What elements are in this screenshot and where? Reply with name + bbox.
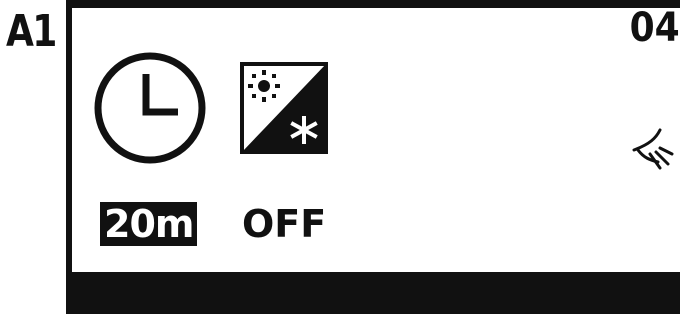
- mode-status: OFF: [242, 202, 327, 246]
- fan-icon: [632, 128, 674, 170]
- clock-icon: [94, 52, 206, 164]
- sun-snowflake-mode-icon: [240, 62, 328, 154]
- timer-value: 20m: [100, 202, 198, 246]
- sun-icon: [248, 70, 280, 102]
- lcd-display: 04 20m OFF: [66, 0, 680, 314]
- page-number: 04: [629, 5, 680, 51]
- bottom-bar: [72, 272, 680, 314]
- screen-id-label: A1: [6, 6, 57, 57]
